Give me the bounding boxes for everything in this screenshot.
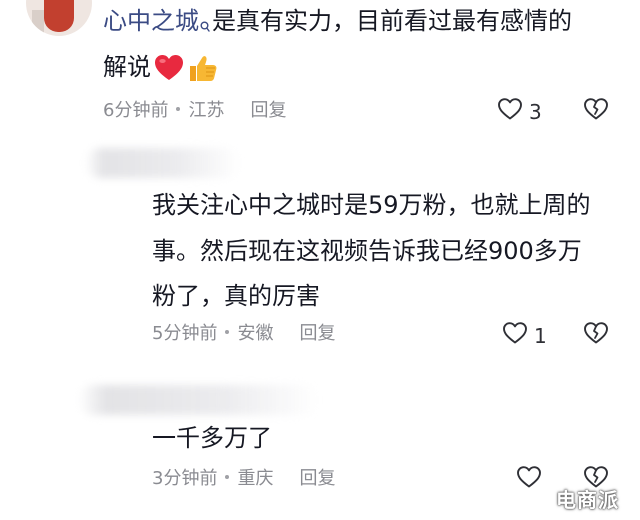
comment-time: 6分钟前 [103, 100, 169, 121]
dislike-button[interactable] [583, 97, 609, 125]
comment-author[interactable]: 心中之城 [103, 7, 199, 35]
broken-heart-icon[interactable] [583, 98, 609, 125]
dislike-button[interactable] [583, 321, 609, 349]
comment-location: 安徽 [237, 323, 274, 344]
comment-2-line-3: 粉了，真的厉害 [152, 282, 320, 310]
separator-dot [225, 475, 230, 479]
reply-button[interactable]: 回复 [299, 323, 335, 344]
avatar-detail [32, 10, 44, 36]
comment-3-meta: 3分钟前 重庆 回复 [152, 467, 335, 491]
comment-time: 5分钟前 [152, 323, 218, 344]
separator-dot [225, 330, 230, 334]
comment-text: 解说 [103, 53, 151, 81]
comment-2-line-1: 我关注心中之城时是59万粉，也就上周的 [152, 191, 591, 219]
reply-button[interactable]: 回复 [299, 468, 335, 489]
separator-dot [176, 107, 181, 111]
comment-2-line-2: 事。然后现在这视频告诉我已经900多万 [152, 237, 582, 265]
like-count: 1 [534, 323, 547, 348]
avatar-figure [44, 0, 74, 32]
comment-location: 江苏 [188, 100, 225, 121]
comment-1-line-2: 解说 [103, 52, 219, 83]
comment-1-meta: 6分钟前 江苏 回复 [103, 99, 286, 123]
heart-outline-icon[interactable] [502, 321, 528, 350]
comment-1-line-1: 心中之城 是真有实力，目前看过最有感情的 [103, 6, 572, 36]
thumbs-up-emoji-icon [187, 53, 219, 83]
avatar[interactable] [26, 0, 92, 36]
reply-button[interactable]: 回复 [250, 100, 286, 121]
like-button[interactable]: 1 [502, 321, 547, 350]
blurred-username [78, 385, 318, 415]
broken-heart-icon[interactable] [583, 322, 609, 349]
comment-3-line-1: 一千多万了 [152, 424, 272, 452]
like-button[interactable]: 3 [497, 97, 542, 126]
heart-emoji-icon [153, 53, 185, 83]
comment-2-meta: 5分钟前 安徽 回复 [152, 322, 335, 346]
comment-text: 是真有实力，目前看过最有感情的 [212, 7, 572, 35]
comment-location: 重庆 [237, 468, 274, 489]
search-icon[interactable] [200, 10, 210, 32]
watermark: 电商派 [556, 488, 619, 512]
heart-outline-icon[interactable] [516, 465, 542, 494]
like-count: 3 [529, 99, 542, 124]
heart-outline-icon[interactable] [497, 97, 523, 126]
blurred-username [85, 148, 240, 178]
like-button[interactable] [516, 465, 542, 494]
comment-time: 3分钟前 [152, 468, 218, 489]
